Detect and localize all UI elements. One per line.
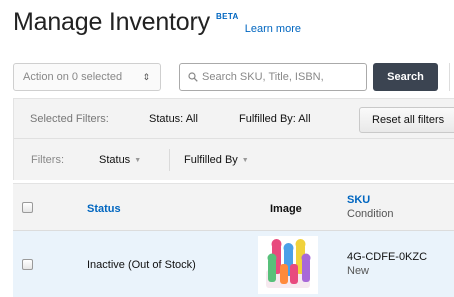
chevron-down-icon: ▼ <box>241 157 249 164</box>
sku-column-header[interactable]: SKU <box>347 194 370 206</box>
table-row: Inactive (Out of Stock) 4G-CDFE-0KZC New <box>13 231 454 297</box>
table-header: Status Image SKU Condition <box>13 183 454 231</box>
search-input[interactable]: Search SKU, Title, ISBN, <box>179 63 367 91</box>
toolbar: Action on 0 selected ⇕ Search SKU, Title… <box>13 63 454 91</box>
fulfilled-by-filter-chip: Fulfilled By: All <box>239 113 311 125</box>
status-filter-dropdown[interactable]: Status ▼ <box>99 154 141 166</box>
bulk-action-select[interactable]: Action on 0 selected ⇕ <box>13 63 161 91</box>
product-image-icon <box>266 239 311 288</box>
row-status: Inactive (Out of Stock) <box>87 259 196 271</box>
filters-label: Filters: <box>31 154 64 166</box>
filters-divider <box>169 149 170 171</box>
reset-filters-button[interactable]: Reset all filters <box>359 107 454 133</box>
search-placeholder: Search SKU, Title, ISBN, <box>202 71 324 83</box>
page-header: Manage Inventory BETA Learn more <box>13 6 301 44</box>
learn-more-link[interactable]: Learn more <box>245 23 301 35</box>
selected-filters-row: Selected Filters: Status: All Fulfilled … <box>14 99 454 139</box>
filter-panel: Selected Filters: Status: All Fulfilled … <box>13 98 454 180</box>
toolbar-divider <box>449 63 450 91</box>
image-column-header: Image <box>270 203 302 215</box>
beta-badge: BETA <box>215 12 239 21</box>
filters-row: Filters: Status ▼ Fulfilled By ▼ <box>14 139 454 181</box>
updown-caret-icon: ⇕ <box>142 72 150 82</box>
search-icon <box>188 72 198 82</box>
status-column-header[interactable]: Status <box>87 203 121 215</box>
fulfilled-by-filter-dropdown[interactable]: Fulfilled By ▼ <box>184 154 249 166</box>
condition-column-header: Condition <box>347 208 394 220</box>
row-condition: New <box>347 265 370 277</box>
row-checkbox[interactable] <box>22 259 33 270</box>
status-filter-chip: Status: All <box>149 113 198 125</box>
bulk-action-label: Action on 0 selected <box>23 71 123 83</box>
chevron-down-icon: ▼ <box>134 157 142 164</box>
row-sku[interactable]: 4G-CDFE-0KZC <box>347 251 427 263</box>
select-all-checkbox[interactable] <box>22 202 33 213</box>
status-filter-label: Status <box>99 154 131 166</box>
fulfilled-by-filter-label: Fulfilled By <box>184 154 238 166</box>
page-title: Manage Inventory <box>13 8 210 36</box>
product-thumbnail[interactable] <box>258 236 318 294</box>
search-button[interactable]: Search <box>373 63 438 91</box>
selected-filters-label: Selected Filters: <box>30 113 109 125</box>
